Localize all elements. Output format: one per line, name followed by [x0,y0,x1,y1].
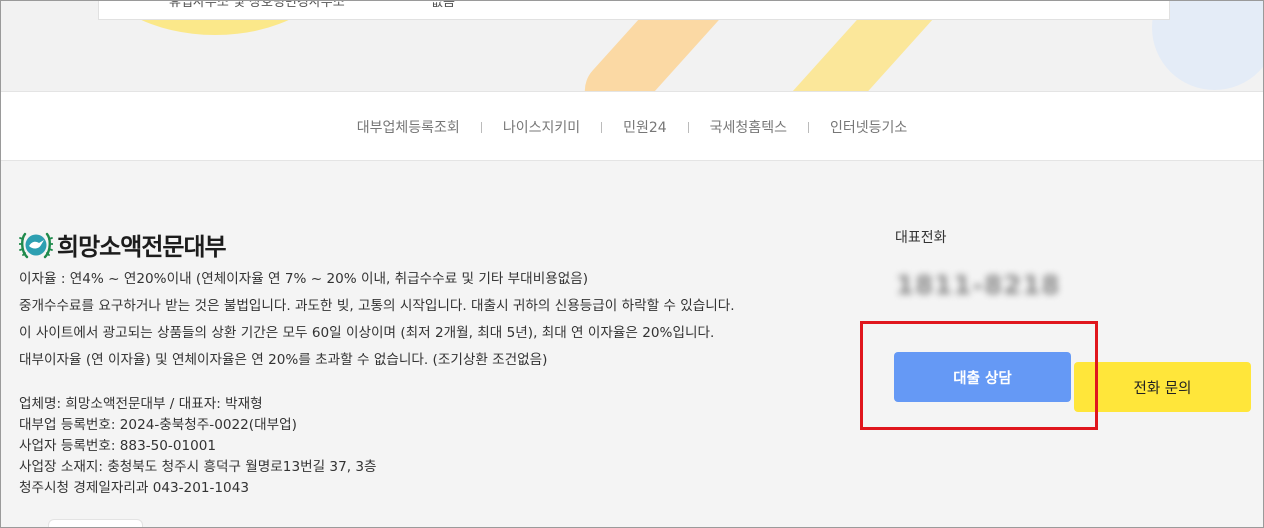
logo-text: 희망소액전문대부 [57,233,227,261]
registration-number-line: 대부업 등록번호: 2024-충북청주-0022(대부업) [19,417,297,433]
link-nice-jikimi[interactable]: 나이스지키미 [503,117,580,137]
link-separator [480,122,482,133]
notice-line: 대부이자율 (연 이자율) 및 연체이자율은 연 20%를 초과할 수 없습니다… [19,352,548,368]
link-separator [807,122,809,133]
link-separator [687,122,689,133]
info-table-label: 휴업사무소 및 상호명변경사무소 [169,0,345,10]
company-name-line: 업체명: 희망소액전문대부 / 대표자: 박재형 [19,396,263,412]
link-loan-registry[interactable]: 대부업체등록조회 [357,117,460,137]
link-internet-registry[interactable]: 인터넷등기소 [830,117,907,137]
related-links: 대부업체등록조회 나이스지키미 민원24 국세청홈텍스 인터넷등기소 [0,117,1264,137]
notice-line: 중개수수료를 요구하거나 받는 것은 불법입니다. 과도한 빚, 고통의 시작입… [19,298,735,314]
hero-banner: 휴업사무소 및 상호명변경사무소 없음 [0,0,1264,91]
company-info: 업체명: 희망소액전문대부 / 대표자: 박재형 대부업 등록번호: 2024-… [19,394,377,499]
info-table-card: 휴업사무소 및 상호명변경사무소 없음 [98,0,1170,20]
info-table-value: 없음 [431,0,455,10]
company-logo[interactable]: 희망소액전문대부 [19,227,227,262]
phone-number[interactable]: 1811-8218 [896,271,1061,301]
phone-label: 대표전화 [895,230,947,246]
floating-tab[interactable] [48,519,143,528]
link-separator [601,122,603,133]
link-minwon24[interactable]: 민원24 [623,117,667,137]
interest-notice: 이자율 : 연4% ~ 연20%이내 (연체이자율 연 7% ~ 20% 이내,… [19,266,735,374]
address-line: 사업장 소재지: 충청북도 청주시 흥덕구 월명로13번길 37, 3층 [19,459,377,475]
notice-line: 이자율 : 연4% ~ 연20%이내 (연체이자율 연 7% ~ 20% 이내,… [19,271,589,287]
site-footer: 희망소액전문대부 이자율 : 연4% ~ 연20%이내 (연체이자율 연 7% … [0,161,1264,528]
loan-consult-button[interactable]: 대출 상담 [894,352,1071,402]
link-hometax[interactable]: 국세청홈텍스 [710,117,787,137]
business-number-line: 사업자 등록번호: 883-50-01001 [19,438,217,454]
call-inquiry-button[interactable]: 전화 문의 [1074,362,1251,412]
city-office-line: 청주시청 경제일자리과 043-201-1043 [19,480,250,496]
dove-emblem-icon [19,232,53,258]
related-links-bar: 대부업체등록조회 나이스지키미 민원24 국세청홈텍스 인터넷등기소 [0,91,1264,161]
notice-line: 이 사이트에서 광고되는 상품들의 상환 기간은 모두 60일 이상이며 (최저… [19,325,715,341]
